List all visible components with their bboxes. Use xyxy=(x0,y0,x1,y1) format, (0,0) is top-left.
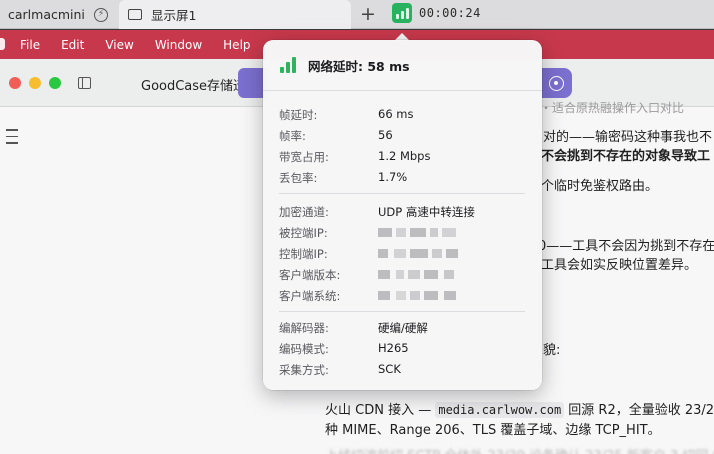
divider xyxy=(279,193,525,194)
doc-paragraph: 火山 CDN 接入 — media.carlwow.com 回源 R2，全量验收… xyxy=(325,400,714,441)
doc-para-suffix: 回源 R2，全量验收 23/2 xyxy=(564,403,714,418)
window-close-button[interactable] xyxy=(9,77,21,89)
doc-text-line: 工具会如实反映位置差异。 xyxy=(541,258,698,273)
stat-value: SCK xyxy=(378,362,401,376)
doc-text-line: 不会挑到不存在的对象导致工 xyxy=(541,149,711,164)
stat-row-client-version: 客户端版本: xyxy=(263,264,542,285)
lightning-shield-icon: ⚡ xyxy=(94,7,108,22)
stat-value: 硬编/硬解 xyxy=(378,321,428,335)
stat-label: 加密通道: xyxy=(279,205,329,219)
stat-value: 66 ms xyxy=(378,107,414,121)
sidebar-collapsed-icon[interactable] xyxy=(6,129,20,149)
session-timer: 00:00:24 xyxy=(419,6,481,20)
menu-help[interactable]: Help xyxy=(223,38,250,52)
sidebar-toggle-icon[interactable] xyxy=(78,77,91,89)
popover-header: 网络延时: 58 ms xyxy=(263,40,542,91)
stat-label: 客户端版本: xyxy=(279,268,341,282)
signal-bar-icon xyxy=(395,14,399,19)
stat-row-client-os: 客户端系统: xyxy=(263,285,542,306)
redacted-value xyxy=(378,291,460,300)
menu-window[interactable]: Window xyxy=(155,38,202,52)
apple-menu-icon[interactable] xyxy=(0,38,5,50)
network-status-button[interactable] xyxy=(392,3,412,23)
stat-row-client-ip: 控制端IP: xyxy=(263,243,542,264)
doc-text-line: ・适合原热融操作入口对比 xyxy=(540,101,685,115)
stat-label: 带宽占用: xyxy=(279,150,329,164)
stat-row-encode-mode: 编码模式: H265 xyxy=(263,338,542,359)
menu-file[interactable]: File xyxy=(20,38,40,52)
stat-label: 编码模式: xyxy=(279,342,329,356)
monitor-icon xyxy=(128,9,142,20)
tab-display-label: 显示屏1 xyxy=(151,8,197,23)
signal-bar-icon xyxy=(400,11,404,19)
window-maximize-button[interactable] xyxy=(49,77,61,89)
signal-bar-icon xyxy=(405,8,409,19)
stat-row-host-ip: 被控端IP: xyxy=(263,222,542,243)
new-tab-button[interactable]: + xyxy=(360,3,376,25)
tab-host-label: carlmacmini xyxy=(8,7,85,22)
window-minimize-button[interactable] xyxy=(29,77,41,89)
tab-display[interactable]: 显示屏1 xyxy=(119,0,351,29)
doc-inline-code: media.carlwow.com xyxy=(435,402,565,418)
menu-edit[interactable]: Edit xyxy=(61,38,84,52)
doc-text-line: 貌: xyxy=(543,343,561,358)
stat-value: H265 xyxy=(378,341,409,355)
stat-row-frame-latency: 帧延时: 66 ms xyxy=(263,104,542,125)
stat-row-codec: 编解码器: 硬编/硬解 xyxy=(263,317,542,338)
stat-row-bandwidth: 带宽占用: 1.2 Mbps xyxy=(263,146,542,167)
stat-value: 1.2 Mbps xyxy=(378,149,431,163)
stat-label: 采集方式: xyxy=(279,363,329,377)
stat-label: 被控端IP: xyxy=(279,226,328,240)
gear-icon xyxy=(548,75,564,91)
divider xyxy=(279,311,525,312)
stat-row-frame-rate: 帧率: 56 xyxy=(263,125,542,146)
redacted-value xyxy=(378,249,460,258)
menu-view[interactable]: View xyxy=(105,38,133,52)
stat-value: UDP 高速中转连接 xyxy=(378,205,475,219)
stat-value: 1.7% xyxy=(378,170,408,184)
stat-value: 56 xyxy=(378,128,393,142)
network-latency-title: 网络延时: 58 ms xyxy=(308,58,410,74)
document-title: GoodCase存储迁移 xyxy=(141,79,245,94)
doc-text-line: 个临时免鉴权路由。 xyxy=(541,179,659,194)
settings-button[interactable] xyxy=(540,68,572,98)
doc-text-line: 0——工具不会因为挑到不存在 xyxy=(538,239,714,254)
stat-row-encryption: 加密通道: UDP 高速中转连接 xyxy=(263,201,542,222)
tab-host[interactable]: carlmacmini ⚡ xyxy=(0,0,118,29)
stat-label: 编解码器: xyxy=(279,321,329,335)
redacted-value xyxy=(378,270,460,279)
stat-label: 帧延时: xyxy=(279,108,318,122)
stat-label: 客户端系统: xyxy=(279,289,341,303)
doc-para-line2: 种 MIME、Range 206、TLS 覆盖子域、边缘 TCP_HIT。 xyxy=(325,423,661,438)
stat-label: 丢包率: xyxy=(279,171,318,185)
redacted-value xyxy=(378,228,460,237)
stat-row-capture-method: 采集方式: SCK xyxy=(263,359,542,380)
doc-para-prefix: 火山 CDN 接入 — xyxy=(325,403,436,418)
doc-text-line: 对的——输密码这种事我也不 xyxy=(543,130,713,145)
session-tab-bar: carlmacmini ⚡ 显示屏1 + 00:00:24 xyxy=(0,0,714,29)
stat-label: 帧率: xyxy=(279,129,306,143)
signal-strength-icon xyxy=(280,57,296,73)
stat-row-packet-loss: 丢包率: 1.7% xyxy=(263,167,542,188)
network-stats-popover: 网络延时: 58 ms 帧延时: 66 ms 帧率: 56 带宽占用: 1.2 … xyxy=(263,40,542,390)
stat-label: 控制端IP: xyxy=(279,247,328,261)
doc-text-line-blurred: 上线切流前切 SCTP 全体外 23/39 设备确认 23/25 新客户 3 切… xyxy=(325,445,714,454)
